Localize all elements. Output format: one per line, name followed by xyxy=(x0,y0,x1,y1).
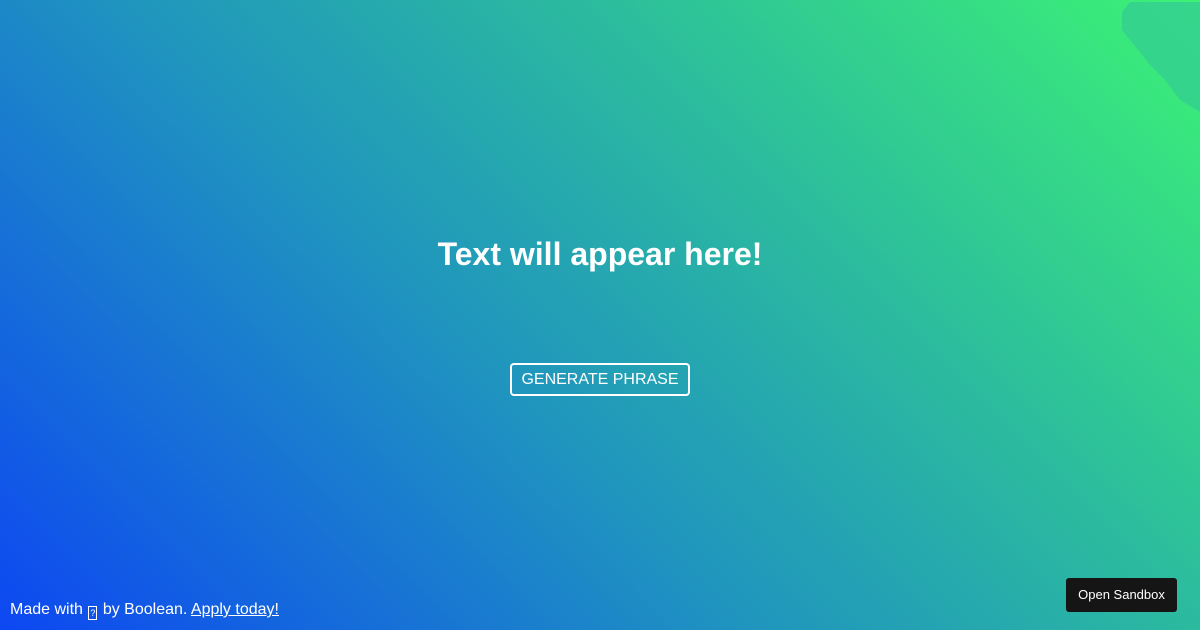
apply-today-link[interactable]: Apply today! xyxy=(191,601,279,618)
heart-icon: ? xyxy=(88,606,98,620)
generate-phrase-button[interactable]: GENERATE PHRASE xyxy=(510,363,690,396)
open-sandbox-button[interactable]: Open Sandbox xyxy=(1066,578,1177,612)
footer-credit: Made with ? by Boolean. Apply today! xyxy=(10,600,279,620)
footer-middle-text: by Boolean. xyxy=(102,601,188,618)
generated-phrase-text: Text will appear here! xyxy=(437,236,763,272)
footer-prefix-text: Made with xyxy=(10,601,83,618)
corner-decoration xyxy=(1122,2,1200,112)
